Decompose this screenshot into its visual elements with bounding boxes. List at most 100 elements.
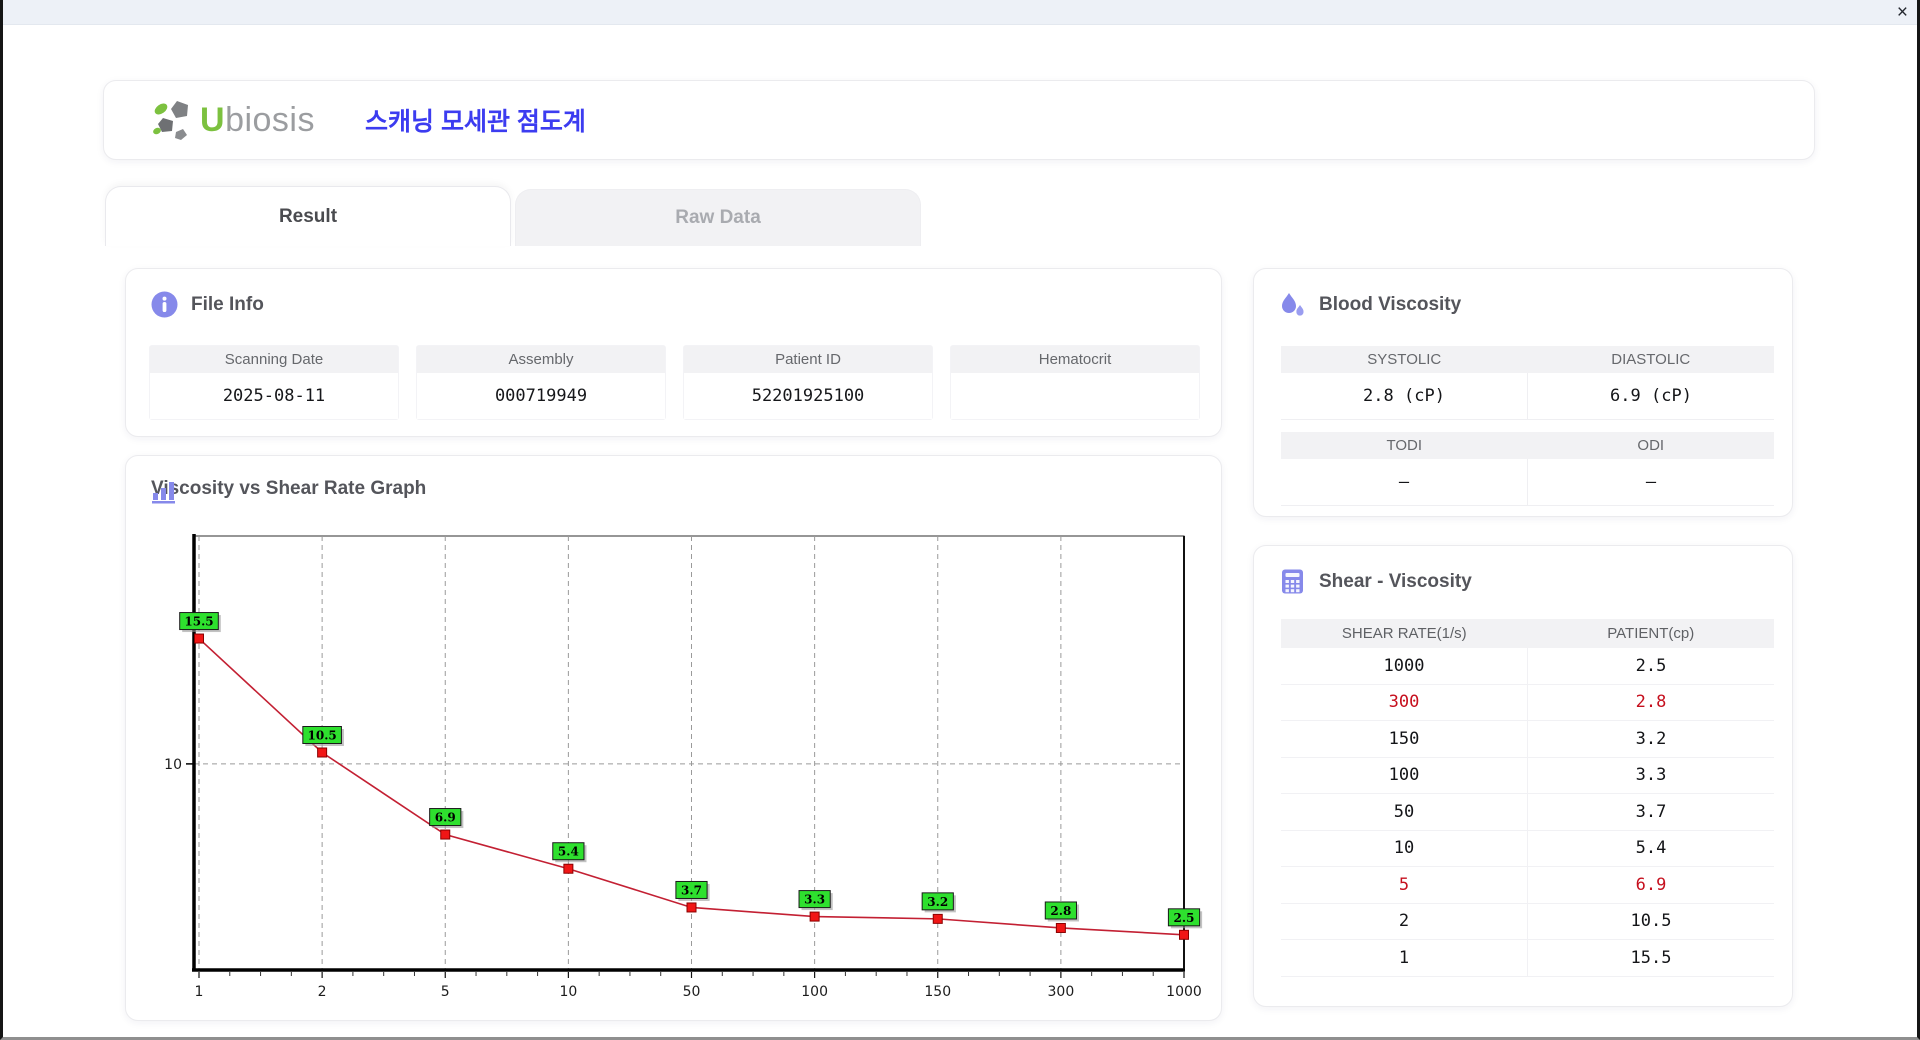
chart-point-label: 3.2: [927, 895, 948, 909]
metric-header-row: SYSTOLIC DIASTOLIC: [1281, 346, 1774, 373]
blood-viscosity-card: Blood Viscosity SYSTOLIC DIASTOLIC 2.8 (cP…: [1253, 268, 1793, 517]
shear-rate-cell: 2: [1281, 903, 1528, 939]
patient-viscosity-cell: 3.7: [1635, 801, 1667, 822]
metric-value-row: 2.8 (cP) 6.9 (cP): [1281, 373, 1774, 420]
patient-viscosity-cell: 15.5: [1630, 947, 1672, 968]
app-window: × Ubiosis 스캐닝 모세관 점도계 Result Raw Data Fi…: [0, 0, 1920, 1040]
shear-viscosity-card: Shear - Viscosity SHEAR RATE(1/s) PATIEN…: [1253, 545, 1793, 1007]
metric-header-row: TODI ODI: [1281, 432, 1774, 459]
file-info-field: Hematocrit: [950, 345, 1200, 420]
shear-rate-cell: 300: [1281, 684, 1528, 720]
chart-point-label: 15.5: [184, 615, 213, 629]
shear-rate-cell: 1000: [1281, 648, 1528, 684]
patient-viscosity-cell: 2.5: [1635, 655, 1667, 676]
ubiosis-logo-icon: [153, 101, 188, 140]
window-title-bar: ×: [0, 0, 1920, 25]
chart-x-tick-label: 300: [1048, 984, 1075, 1000]
file-info-card: File Info Scanning Date 2025-08-11 Assembl…: [125, 268, 1222, 437]
chart-point-label: 2.5: [1174, 911, 1195, 925]
info-icon: [151, 291, 178, 318]
file-info-title: File Info: [191, 293, 264, 315]
patient-viscosity-cell: 6.9: [1635, 874, 1667, 895]
shear-viscosity-title: Shear - Viscosity: [1319, 570, 1472, 592]
metric-label: ODI: [1637, 437, 1665, 454]
chart-x-tick-label: 10: [559, 984, 577, 1000]
field-value: 2025-08-11: [150, 373, 398, 419]
ubiosis-logo: Ubiosis: [150, 98, 315, 142]
tab-raw-data[interactable]: Raw Data: [515, 189, 921, 246]
field-label: Scanning Date: [150, 346, 398, 373]
shear-rate-column-header: SHEAR RATE(1/s): [1341, 625, 1467, 642]
table-row: 50 3.7: [1281, 794, 1774, 831]
table-row: 10 5.4: [1281, 830, 1774, 867]
field-value: 52201925100: [684, 373, 932, 419]
viscosity-shear-chart: 10 1 2 5 10 50 100 150 300 1000 15.5 10.5 6.9 5.4 3.7 3…: [164, 534, 1203, 1000]
chart-marker: [809, 911, 820, 922]
shear-rate-cell: 50: [1281, 794, 1528, 830]
logo-letter-u: U: [200, 100, 226, 139]
field-value: 000719949: [417, 373, 665, 419]
logo-wordmark: Ubiosis: [200, 101, 315, 140]
field-label: Hematocrit: [951, 346, 1199, 373]
chart-marker: [1055, 922, 1066, 933]
close-icon[interactable]: ×: [1897, 0, 1908, 25]
patient-column-header: PATIENT(cp): [1607, 625, 1695, 642]
blood-viscosity-metric-row: TODI ODI – –: [1281, 432, 1774, 506]
metric-label: SYSTOLIC: [1367, 351, 1442, 368]
file-info-fields: Scanning Date 2025-08-11 Assembly 000719949…: [149, 345, 1200, 420]
table-row: 1 15.5: [1281, 940, 1774, 977]
shear-rate-cell: 10: [1281, 830, 1528, 866]
tab-bar: Result Raw Data: [105, 186, 921, 246]
metric-value: 2.8 (cP): [1281, 373, 1528, 419]
patient-viscosity-cell: 3.2: [1635, 728, 1667, 749]
patient-viscosity-cell: 10.5: [1630, 911, 1672, 932]
viscosity-graph-card: Viscosity vs Shear Rate Graph 10 1 2 5 10 50 1…: [125, 455, 1222, 1021]
chart-marker: [686, 902, 697, 913]
chart-x-tick-label: 1: [195, 984, 204, 1000]
table-row: 2 10.5: [1281, 903, 1774, 940]
chart-x-tick-label: 1000: [1166, 984, 1202, 1000]
table-row: 150 3.2: [1281, 721, 1774, 758]
chart-marker: [317, 747, 328, 758]
metric-label: DIASTOLIC: [1611, 351, 1691, 368]
metric-value-row: – –: [1281, 459, 1774, 506]
chart-marker: [1179, 929, 1189, 940]
metric-value: 6.9 (cP): [1610, 386, 1692, 406]
table-row: 300 2.8: [1281, 684, 1774, 721]
chart-marker: [563, 863, 574, 874]
app-header-card: Ubiosis 스캐닝 모세관 점도계: [103, 80, 1815, 160]
chart-x-tick-label: 100: [801, 984, 828, 1000]
table-row: 1000 2.5: [1281, 648, 1774, 685]
table-row: 5 6.9: [1281, 867, 1774, 904]
chart-point-label: 3.7: [681, 883, 702, 897]
chart-point-label: 5.4: [558, 845, 579, 859]
calculator-icon: [1282, 569, 1303, 594]
shear-viscosity-table: SHEAR RATE(1/s) PATIENT(cp) 1000 2.5 300 2.…: [1281, 619, 1774, 977]
field-label: Patient ID: [684, 346, 932, 373]
chart-x-tick-label: 150: [924, 984, 951, 1000]
metric-value: –: [1645, 472, 1657, 492]
chart-point-label: 3.3: [804, 893, 825, 907]
file-info-field: Patient ID 52201925100: [683, 345, 933, 420]
chart-marker: [932, 913, 943, 924]
chart-point-label: 6.9: [435, 811, 456, 825]
chart-x-tick-label: 50: [683, 984, 701, 1000]
chart-x-tick-label: 5: [441, 984, 450, 1000]
tab-result[interactable]: Result: [105, 186, 511, 246]
shear-rate-cell: 150: [1281, 721, 1528, 757]
shear-rate-cell: 5: [1281, 867, 1528, 903]
blood-viscosity-title: Blood Viscosity: [1319, 293, 1462, 315]
field-label: Assembly: [417, 346, 665, 373]
file-info-field: Assembly 000719949: [416, 345, 666, 420]
shear-rate-cell: 100: [1281, 757, 1528, 793]
patient-viscosity-cell: 5.4: [1635, 838, 1667, 859]
droplet-icon: [1282, 293, 1304, 316]
metric-value: –: [1281, 459, 1528, 505]
patient-viscosity-cell: 2.8: [1635, 692, 1667, 713]
chart-point-label: 10.5: [308, 729, 337, 743]
file-info-field: Scanning Date 2025-08-11: [149, 345, 399, 420]
patient-viscosity-cell: 3.3: [1635, 765, 1667, 786]
chart-y-tick-label: 10: [164, 757, 182, 773]
app-title: 스캐닝 모세관 점도계: [365, 108, 586, 136]
chart-marker: [194, 633, 204, 644]
